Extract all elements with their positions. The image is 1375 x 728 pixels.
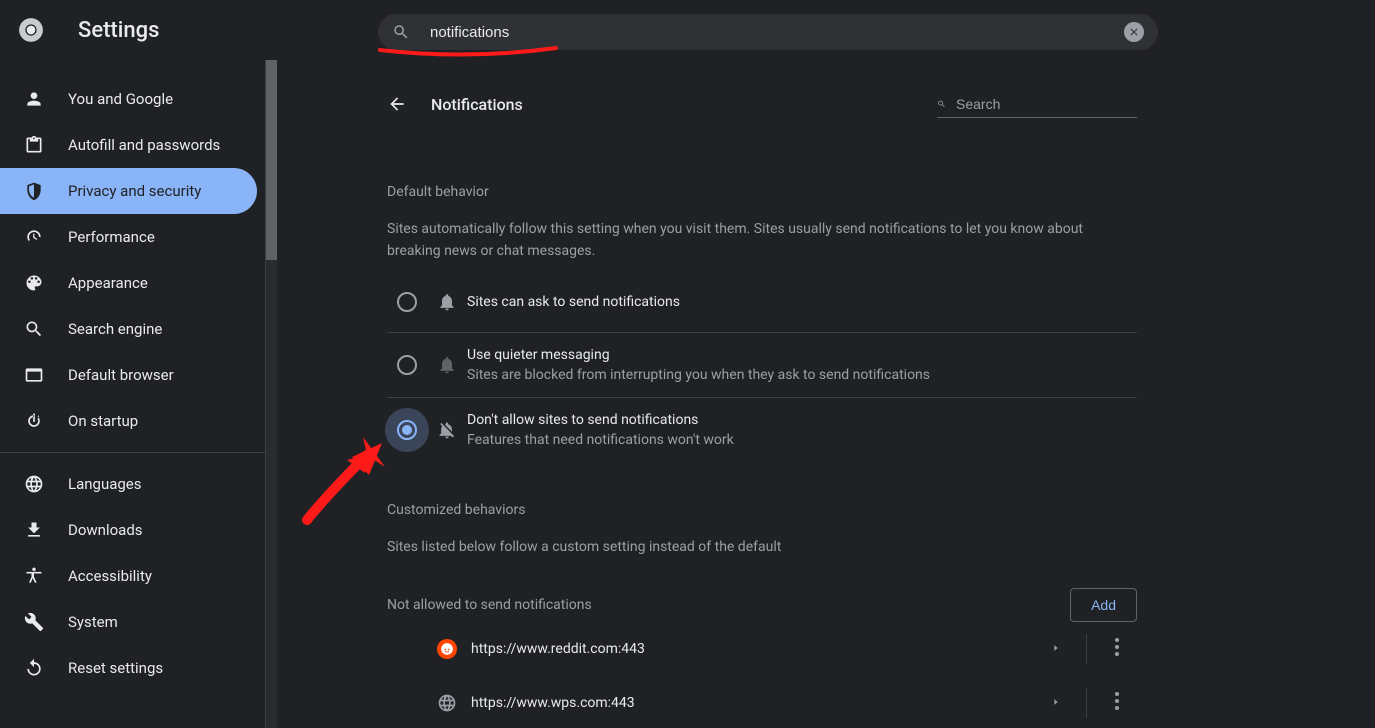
search-icon <box>392 23 410 41</box>
globe-icon <box>24 474 44 494</box>
sidebar-item-label: You and Google <box>68 90 173 108</box>
sidebar-item-label: Performance <box>68 228 155 246</box>
divider <box>1086 634 1087 664</box>
sidebar-item-autofill[interactable]: Autofill and passwords <box>0 122 265 168</box>
page-search-input[interactable] <box>956 96 1137 112</box>
wrench-icon <box>24 612 44 632</box>
sidebar: You and Google Autofill and passwords Pr… <box>0 60 265 728</box>
close-icon <box>1128 26 1140 38</box>
radio-option-ask[interactable]: Sites can ask to send notifications <box>387 273 1137 333</box>
sidebar-item-label: Search engine <box>68 320 162 338</box>
radio-option-quieter[interactable]: Use quieter messaging Sites are blocked … <box>387 333 1137 398</box>
site-more-button[interactable] <box>1097 692 1137 714</box>
bell-icon <box>437 292 457 312</box>
top-search[interactable] <box>378 14 1158 50</box>
option-title: Don't allow sites to send notifications <box>467 412 734 428</box>
sidebar-item-performance[interactable]: Performance <box>0 214 265 260</box>
annotation-arrow <box>297 425 397 525</box>
sidebar-item-downloads[interactable]: Downloads <box>0 507 265 553</box>
site-url: https://www.reddit.com:443 <box>471 641 1036 657</box>
default-behavior-desc: Sites automatically follow this setting … <box>387 218 1137 263</box>
site-details-button[interactable] <box>1036 641 1076 657</box>
sidebar-item-label: Privacy and security <box>68 182 201 200</box>
sidebar-item-label: Appearance <box>68 274 148 292</box>
palette-icon <box>24 273 44 293</box>
divider <box>1086 688 1087 718</box>
sidebar-item-you-and-google[interactable]: You and Google <box>0 76 265 122</box>
power-icon <box>24 411 44 431</box>
radio-focus-halo <box>385 408 429 452</box>
sidebar-item-appearance[interactable]: Appearance <box>0 260 265 306</box>
page-title: Notifications <box>431 95 937 114</box>
sidebar-item-label: System <box>68 613 118 631</box>
page-search[interactable] <box>937 90 1137 118</box>
sidebar-item-label: Default browser <box>68 366 174 384</box>
sidebar-item-label: Languages <box>68 475 142 493</box>
not-allowed-heading: Not allowed to send notifications <box>387 597 592 613</box>
sidebar-item-default-browser[interactable]: Default browser <box>0 352 265 398</box>
customized-heading: Customized behaviors <box>387 502 1137 518</box>
option-subtitle: Sites are blocked from interrupting you … <box>467 367 930 383</box>
sidebar-item-accessibility[interactable]: Accessibility <box>0 553 265 599</box>
back-button[interactable] <box>387 94 407 114</box>
site-url: https://www.wps.com:443 <box>471 695 1036 711</box>
default-behavior-heading: Default behavior <box>387 184 1137 200</box>
clipboard-icon <box>24 135 44 155</box>
site-favicon-wps <box>437 693 457 713</box>
option-subtitle: Features that need notifications won't w… <box>467 432 734 448</box>
sidebar-item-label: Accessibility <box>68 567 152 585</box>
site-more-button[interactable] <box>1097 638 1137 660</box>
sidebar-item-on-startup[interactable]: On startup <box>0 398 265 444</box>
site-details-button[interactable] <box>1036 695 1076 711</box>
sidebar-item-privacy-security[interactable]: Privacy and security <box>0 168 257 214</box>
radio-unchecked-icon <box>397 355 417 375</box>
sidebar-item-reset-settings[interactable]: Reset settings <box>0 645 265 691</box>
browser-icon <box>24 365 44 385</box>
shield-icon <box>24 181 44 201</box>
site-row[interactable]: https://www.wps.com:443 <box>387 676 1137 728</box>
sidebar-separator <box>0 452 265 453</box>
search-icon <box>24 319 44 339</box>
sidebar-item-label: Reset settings <box>68 659 163 677</box>
person-icon <box>24 89 44 109</box>
reset-icon <box>24 658 44 678</box>
add-button[interactable]: Add <box>1070 588 1137 622</box>
bell-off-icon <box>437 420 457 440</box>
customized-desc: Sites listed below follow a custom setti… <box>387 536 1137 558</box>
sidebar-item-search-engine[interactable]: Search engine <box>0 306 265 352</box>
clear-search-button[interactable] <box>1124 22 1144 42</box>
accessibility-icon <box>24 566 44 586</box>
option-title: Sites can ask to send notifications <box>467 294 680 310</box>
radio-option-dont-allow[interactable]: Don't allow sites to send notifications … <box>387 398 1137 462</box>
sidebar-item-label: Downloads <box>68 521 143 539</box>
sidebar-item-system[interactable]: System <box>0 599 265 645</box>
sidebar-item-languages[interactable]: Languages <box>0 461 265 507</box>
bell-muted-icon <box>437 355 457 375</box>
sidebar-item-label: Autofill and passwords <box>68 136 220 154</box>
option-title: Use quieter messaging <box>467 347 930 363</box>
sidebar-item-label: On startup <box>68 412 138 430</box>
top-search-input[interactable] <box>430 24 1124 41</box>
site-favicon-reddit <box>437 639 457 659</box>
speedometer-icon <box>24 227 44 247</box>
scrollbar-thumb[interactable] <box>266 60 277 260</box>
chrome-icon <box>18 17 44 43</box>
search-icon <box>937 96 946 112</box>
download-icon <box>24 520 44 540</box>
radio-unchecked-icon <box>397 292 417 312</box>
app-title: Settings <box>78 18 159 43</box>
site-row[interactable]: https://www.reddit.com:443 <box>387 622 1137 676</box>
sidebar-scrollbar[interactable] <box>265 60 277 728</box>
